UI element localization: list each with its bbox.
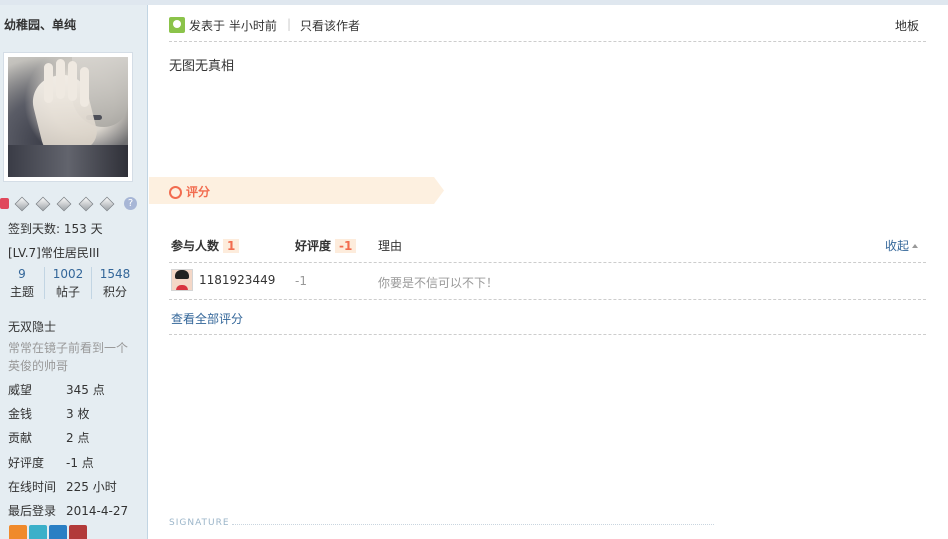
- badge-icon[interactable]: [69, 525, 87, 539]
- info-row: 金钱 3 枚: [8, 407, 90, 421]
- user-level[interactable]: [LV.7]常住居民III: [8, 244, 99, 261]
- badge-icon[interactable]: [29, 525, 47, 539]
- medal-row: ?: [0, 195, 147, 212]
- rating-title: 评分: [186, 185, 211, 199]
- checkin-days: 签到天数: 153 天: [8, 222, 103, 236]
- medal-icon[interactable]: [0, 198, 9, 209]
- avatar-image: [8, 57, 128, 177]
- online-status-icon: [169, 17, 185, 33]
- rater-avatar[interactable]: [171, 269, 193, 291]
- stat-topics[interactable]: 9 主题: [0, 265, 44, 301]
- info-row: 威望 345 点: [8, 383, 105, 397]
- rating-table-header: 参与人数 1 好评度 -1 理由 收起: [169, 232, 926, 263]
- rating-circle-icon: [169, 186, 182, 199]
- participants-count: 1: [223, 239, 240, 253]
- user-stats: 9 主题 1002 帖子 1548 积分: [0, 265, 147, 301]
- badge-icon[interactable]: [9, 525, 27, 539]
- diamond-icon: [35, 196, 51, 212]
- info-row: 贡献 2 点: [8, 431, 90, 445]
- view-all-ratings-link[interactable]: 查看全部评分: [171, 310, 243, 327]
- signature-label: SIGNATURE: [169, 518, 230, 528]
- divider: [169, 334, 926, 335]
- rater-score: -1: [295, 274, 307, 288]
- divider: [169, 41, 926, 42]
- score-total: -1: [335, 239, 357, 253]
- stat-points[interactable]: 1548 积分: [93, 265, 137, 301]
- post-header: 发表于 半小时前 | 只看该作者 地板: [169, 15, 926, 33]
- help-icon[interactable]: ?: [124, 197, 137, 210]
- badge-icon[interactable]: [49, 525, 67, 539]
- score-header: 好评度 -1: [295, 237, 357, 254]
- user-motto: 常常在镜子前看到一个英俊的帅哥: [8, 341, 129, 373]
- floor-number[interactable]: 地板: [895, 17, 919, 34]
- signature-divider: [232, 524, 714, 525]
- info-row: 好评度 -1 点: [8, 456, 94, 470]
- rater-reason: 你要是不信可以不下！: [378, 276, 499, 290]
- collapse-button[interactable]: 收起: [885, 237, 918, 254]
- diamond-icon: [56, 196, 72, 212]
- reason-header: 理由: [378, 239, 403, 253]
- author-sidebar: 幼稚园、单纯 ? 签到天数: 153 天 [LV.7]常住居民III 9 主题: [0, 5, 148, 539]
- separator: |: [287, 17, 292, 31]
- avatar[interactable]: [3, 52, 133, 182]
- post-content: 无图无真相: [169, 59, 235, 74]
- stat-posts[interactable]: 1002 帖子: [46, 265, 90, 301]
- info-row: 最后登录 2014-4-27: [8, 504, 129, 518]
- info-row: 在线时间 225 小时: [8, 480, 117, 494]
- rater-name[interactable]: 1181923449: [199, 273, 275, 287]
- badge-row: [7, 525, 127, 539]
- post-time: 发表于 半小时前: [189, 19, 277, 33]
- diamond-icon: [99, 196, 115, 212]
- diamond-icon: [78, 196, 94, 212]
- table-row: 1181923449 -1 你要是不信可以不下！: [169, 263, 926, 300]
- only-author-link[interactable]: 只看该作者: [300, 17, 360, 34]
- author-username[interactable]: 幼稚园、单纯: [4, 16, 76, 33]
- participants-header: 参与人数 1: [171, 237, 240, 254]
- user-title: 无双隐士: [8, 320, 57, 334]
- chevron-up-icon: [912, 244, 918, 248]
- diamond-icon: [14, 196, 30, 212]
- rating-banner: 评分: [149, 177, 444, 204]
